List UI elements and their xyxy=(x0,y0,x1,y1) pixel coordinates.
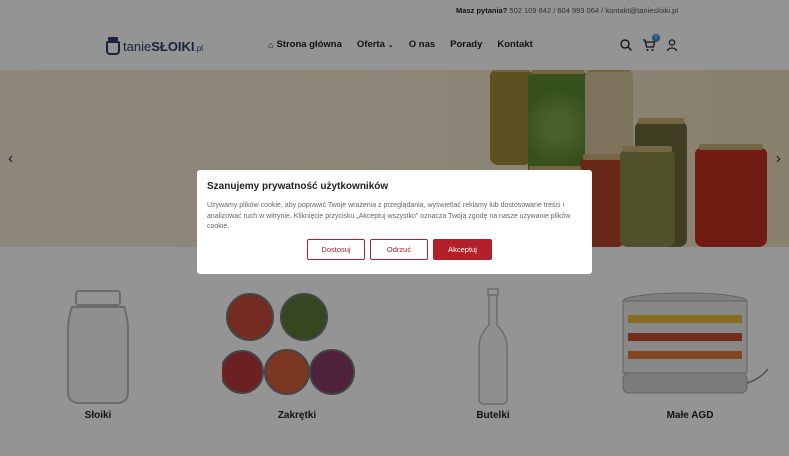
reject-button[interactable]: Odrzuć xyxy=(370,239,428,260)
cookie-text: Używamy plików cookie, aby poprawić Twoj… xyxy=(207,202,571,230)
cookie-buttons: Dostosuj Odrzuć Akceptuj xyxy=(307,239,497,260)
cookie-title: Szanujemy prywatność użytkowników xyxy=(207,181,389,192)
cookie-consent-dialog: Szanujemy prywatność użytkowników Używam… xyxy=(197,170,592,274)
accept-button[interactable]: Akceptuj xyxy=(433,239,492,260)
customize-button[interactable]: Dostosuj xyxy=(307,239,365,260)
